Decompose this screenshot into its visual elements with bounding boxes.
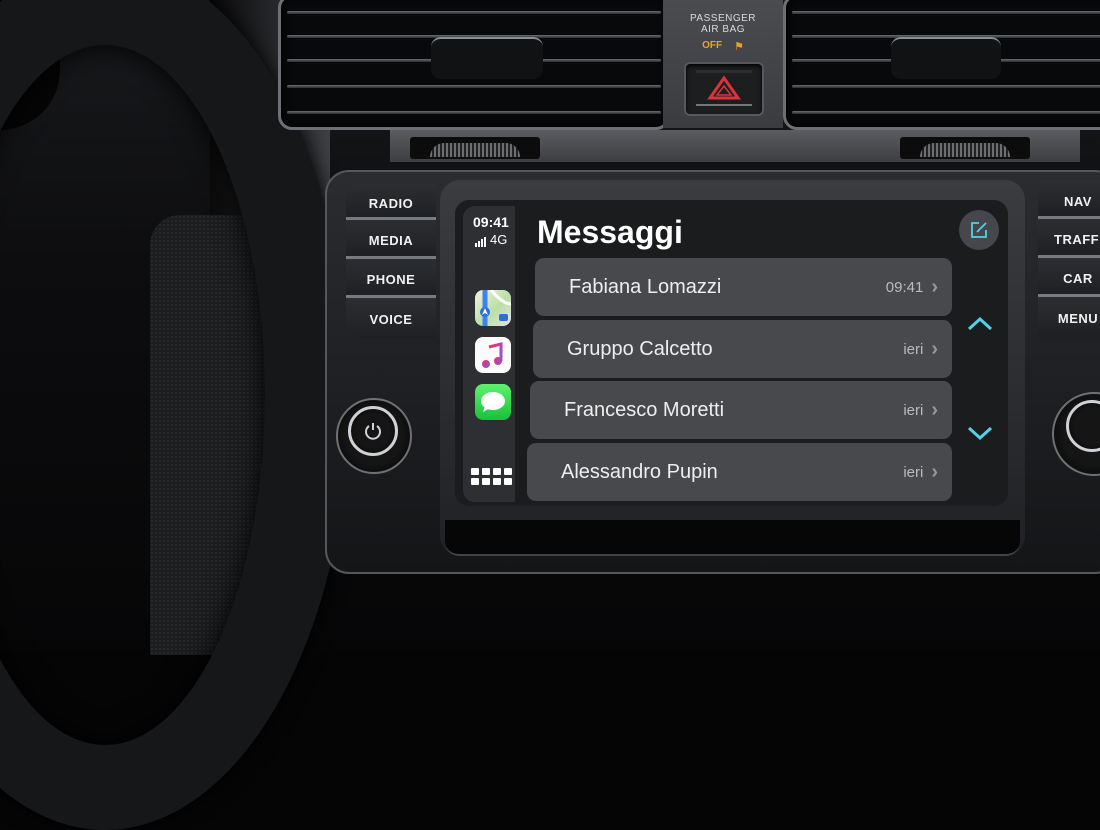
media-button[interactable]: MEDIA (346, 220, 436, 259)
vent-adjuster[interactable] (891, 37, 1001, 79)
contact-name: Alessandro Pupin (561, 460, 718, 483)
scroll-up-button[interactable] (967, 315, 993, 331)
maps-app[interactable] (475, 290, 511, 326)
car-button[interactable]: CAR (1038, 258, 1100, 297)
right-button-column: NAV TRAFFIC CAR MENU (1038, 180, 1100, 337)
music-icon (482, 342, 503, 368)
right-air-vent (783, 0, 1100, 130)
compose-icon (971, 222, 987, 238)
menu-button[interactable]: MENU (1038, 297, 1100, 337)
airbag-status: OFF (702, 40, 723, 51)
app-grid-icon[interactable] (471, 468, 512, 485)
contact-name: Francesco Moretti (564, 398, 725, 421)
scroll-down-button[interactable] (967, 425, 993, 441)
chevron-right-icon: › (931, 460, 938, 483)
radio-button[interactable]: RADIO (346, 184, 436, 220)
airbag-label-line1: PASSENGER (690, 13, 756, 24)
left-air-vent (278, 0, 670, 130)
messages-icon (481, 392, 505, 412)
network-type: 4G (490, 232, 508, 247)
compose-button[interactable] (959, 210, 999, 250)
conversation-row[interactable]: Gruppo Calcetto ieri › (533, 320, 952, 378)
conversation-row[interactable]: Alessandro Pupin ieri › (527, 443, 952, 501)
airbag-seat-icon: ⚑ (734, 41, 744, 53)
chevron-right-icon: › (931, 398, 938, 421)
chevron-right-icon: › (931, 275, 938, 298)
right-speaker (900, 137, 1030, 159)
traffic-button[interactable]: TRAFFIC (1038, 219, 1100, 258)
hazard-triangle-icon (696, 70, 752, 106)
hazard-button[interactable] (684, 62, 764, 116)
phone-button[interactable]: PHONE (346, 259, 436, 298)
signal-bars-icon (475, 237, 486, 247)
chevron-right-icon: › (931, 337, 938, 360)
messages-app[interactable] (475, 384, 511, 420)
left-button-column: RADIO MEDIA PHONE VOICE (346, 184, 436, 338)
status-time: 09:41 (473, 214, 509, 230)
message-time: ieri (903, 340, 924, 358)
conversation-row[interactable]: Francesco Moretti ieri › (530, 381, 952, 439)
nav-button[interactable]: NAV (1038, 180, 1100, 219)
left-speaker (410, 137, 540, 159)
vent-adjuster[interactable] (431, 37, 543, 79)
carplay-dock: 09:41 4G (463, 206, 515, 502)
power-knob[interactable] (336, 398, 412, 474)
lower-slot (445, 520, 1020, 556)
message-time: 09:41 (885, 278, 924, 296)
message-time: ieri (903, 463, 924, 481)
music-app[interactable] (475, 337, 511, 373)
power-icon (365, 423, 381, 440)
airbag-label-line2: AIR BAG (700, 24, 746, 35)
carplay-screen: 09:41 4G Messaggi Fabiana Lomazzi 09:41 … (455, 200, 1008, 506)
voice-button[interactable]: VOICE (346, 298, 436, 338)
contact-name: Fabiana Lomazzi (569, 275, 722, 298)
status-network: 4G (475, 232, 507, 247)
maps-icon (480, 290, 511, 326)
message-time: ieri (903, 401, 924, 419)
conversation-row[interactable]: Fabiana Lomazzi 09:41 › (535, 258, 952, 316)
page-title: Messaggi (537, 214, 683, 250)
contact-name: Gruppo Calcetto (567, 337, 713, 360)
